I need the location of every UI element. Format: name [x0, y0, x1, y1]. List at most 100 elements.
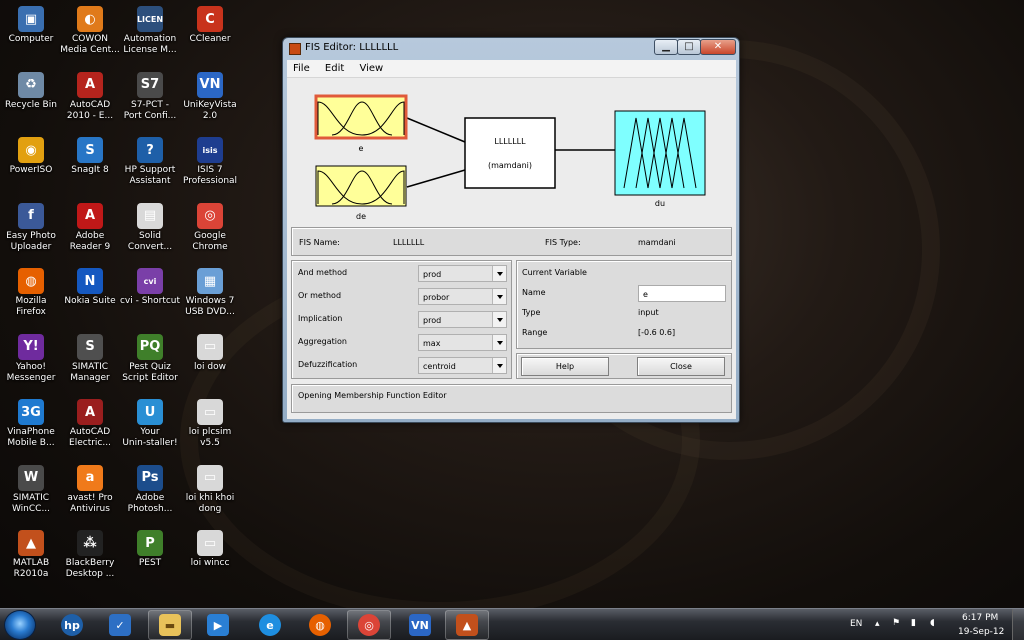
taskbar-unikey-button[interactable]: VN	[398, 610, 442, 640]
input-de-block[interactable]	[315, 165, 407, 207]
language-indicator[interactable]: EN	[850, 619, 862, 629]
taskbar-matlab-button[interactable]: ▲	[445, 610, 489, 640]
desktop-icon[interactable]: W SIMATIC WinCC...	[0, 464, 62, 515]
title-bar[interactable]: FIS Editor: LLLLLLL ▁ □ ✕	[283, 38, 739, 60]
desktop-icon[interactable]: ? HP Support Assistant	[119, 137, 181, 187]
desktop-icon[interactable]: ♻ Recycle Bin	[0, 71, 62, 111]
desktop-icon[interactable]: P PEST	[119, 530, 181, 569]
desktop-icon[interactable]: ⁂ BlackBerry Desktop ...	[59, 530, 121, 580]
matlab-icon: ▲	[456, 614, 478, 636]
app-icon: W	[18, 464, 44, 491]
app-icon: ▭	[197, 530, 223, 556]
start-button[interactable]	[4, 610, 36, 640]
desktop-icon[interactable]: Ps Adobe Photosh...	[119, 464, 181, 515]
taskbar-media-button[interactable]: ▶	[196, 610, 240, 640]
desktop-icon[interactable]: A Adobe Reader 9	[59, 202, 121, 253]
app-icon: ▣	[18, 6, 44, 32]
and-method-select[interactable]: prod	[418, 265, 507, 282]
variable-range-label: Range	[522, 328, 548, 337]
desktop-icon-label: AutoCAD 2010 - E...	[66, 99, 114, 121]
desktop-icon[interactable]: U Your Unin-staller!	[119, 399, 181, 449]
desktop-icon[interactable]: ◉ PowerISO	[0, 137, 62, 176]
variable-type-value: input	[638, 308, 659, 317]
app-icon: ◍	[18, 268, 44, 294]
output-du-block[interactable]	[614, 110, 706, 196]
fis-system-block[interactable]: LLLLLLL (mamdani)	[464, 117, 556, 189]
desktop-icon[interactable]: a avast! Pro Antivirus	[59, 464, 121, 515]
show-hidden-icons[interactable]: ▴	[875, 619, 880, 629]
desktop-icon[interactable]: f Easy Photo Uploader	[0, 202, 62, 253]
variable-name-field[interactable]: e	[638, 285, 726, 302]
defuzzification-label: Defuzzification	[298, 360, 358, 369]
app-icon: ▭	[197, 464, 223, 491]
desktop-icon[interactable]: S SIMATIC Manager	[59, 333, 121, 384]
aggregation-select[interactable]: max	[418, 334, 507, 351]
desktop-icon[interactable]: PQ Pest Quiz Script Editor	[119, 333, 181, 384]
desktop-icon[interactable]: ▭ loi wincc	[179, 530, 241, 569]
desktop-icon[interactable]: ▭ loi plcsim v5.5	[179, 399, 241, 449]
desktop-icon[interactable]: 3G VinaPhone Mobile B...	[0, 399, 62, 449]
desktop-icon[interactable]: cvi cvi - Shortcut	[119, 268, 181, 307]
help-button[interactable]: Help	[521, 357, 609, 376]
desktop-icon[interactable]: ▦ Windows 7 USB DVD...	[179, 268, 241, 318]
desktop-icon-label: loi dow	[194, 361, 226, 372]
variable-type-label: Type	[522, 308, 541, 317]
desktop-icon-label: Adobe Reader 9	[69, 230, 111, 252]
clock-date[interactable]: 19-Sep-12	[958, 627, 1004, 637]
desktop-icon[interactable]: ◎ Google Chrome	[179, 202, 241, 253]
close-window-button[interactable]: ✕	[700, 39, 736, 55]
desktop-icon[interactable]: A AutoCAD Electric...	[59, 399, 121, 449]
app-icon: P	[137, 530, 163, 556]
taskbar-hp-button[interactable]: hp	[50, 610, 94, 640]
taskbar-ie-button[interactable]: e	[248, 610, 292, 640]
menu-view[interactable]: View	[353, 60, 389, 74]
input-e-block[interactable]	[314, 94, 408, 140]
desktop-icon[interactable]: LICEN Automation License M...	[119, 6, 181, 56]
app-icon: f	[18, 202, 44, 229]
taskbar-firefox-button[interactable]: ◍	[298, 610, 342, 640]
desktop-icon[interactable]: S SnagIt 8	[59, 137, 121, 176]
app-icon: A	[77, 399, 103, 425]
desktop-icon[interactable]: N Nokia Suite	[59, 268, 121, 307]
desktop-icon[interactable]: isis ISIS 7 Professional	[179, 137, 241, 187]
desktop-icon[interactable]: S7 S7-PCT - Port Confi...	[119, 71, 181, 122]
desktop-icon-label: loi khi khoi dong	[185, 492, 235, 514]
desktop-icon[interactable]: ▭ loi dow	[179, 333, 241, 373]
desktop-icon[interactable]: VN UniKeyVista 2.0	[179, 71, 241, 122]
window-client: File Edit View e de LLLLLLL (mamdani) du…	[287, 60, 736, 419]
desktop-icon[interactable]: ▲ MATLAB R2010a	[0, 530, 62, 580]
input-e-label: e	[359, 144, 364, 153]
clock-time[interactable]: 6:17 PM	[962, 613, 998, 623]
desktop-icon[interactable]: ▣ Computer	[0, 6, 62, 45]
desktop-icon[interactable]: Y! Yahoo! Messenger	[0, 333, 62, 384]
desktop-icon[interactable]: ◍ Mozilla Firefox	[0, 268, 62, 318]
desktop-icon[interactable]: ▭ loi khi khoi dong	[179, 464, 241, 515]
taskbar-check-button[interactable]: ✓	[98, 610, 142, 640]
maximize-button[interactable]: □	[677, 39, 701, 55]
hp-icon: hp	[61, 614, 83, 636]
menu-edit[interactable]: Edit	[319, 60, 350, 74]
desktop-icon-label: Computer	[8, 34, 54, 44]
defuzzification-select[interactable]: centroid	[418, 357, 507, 374]
desktop-icon-label: Recycle Bin	[5, 99, 57, 110]
flag-icon[interactable]: ⚑	[892, 618, 900, 628]
desktop-icon[interactable]: ▤ Solid Convert...	[119, 202, 181, 253]
show-desktop-button[interactable]	[1012, 609, 1024, 640]
app-icon: ◐	[77, 6, 103, 32]
or-method-select[interactable]: probor	[418, 288, 507, 305]
desktop-icon[interactable]: ◐ COWON Media Cent...	[59, 6, 121, 56]
close-button[interactable]: Close	[637, 357, 725, 376]
desktop-icon-label: SIMATIC Manager	[70, 361, 110, 383]
implication-select[interactable]: prod	[418, 311, 507, 328]
taskbar-explorer-button[interactable]: ▬	[148, 610, 192, 640]
desktop-icon-label: PEST	[138, 558, 162, 568]
minimize-button[interactable]: ▁	[654, 39, 678, 55]
taskbar-chrome-button[interactable]: ◎	[347, 610, 391, 640]
desktop-icon[interactable]: A AutoCAD 2010 - E...	[59, 71, 121, 122]
menu-file[interactable]: File	[287, 60, 316, 74]
desktop-icon[interactable]: C CCleaner	[179, 6, 241, 45]
desktop-icon-label: MATLAB R2010a	[12, 558, 50, 579]
volume-icon[interactable]: ◖	[930, 618, 935, 628]
network-signal-icon[interactable]: ▮	[911, 618, 916, 628]
chevron-down-icon	[492, 289, 506, 304]
